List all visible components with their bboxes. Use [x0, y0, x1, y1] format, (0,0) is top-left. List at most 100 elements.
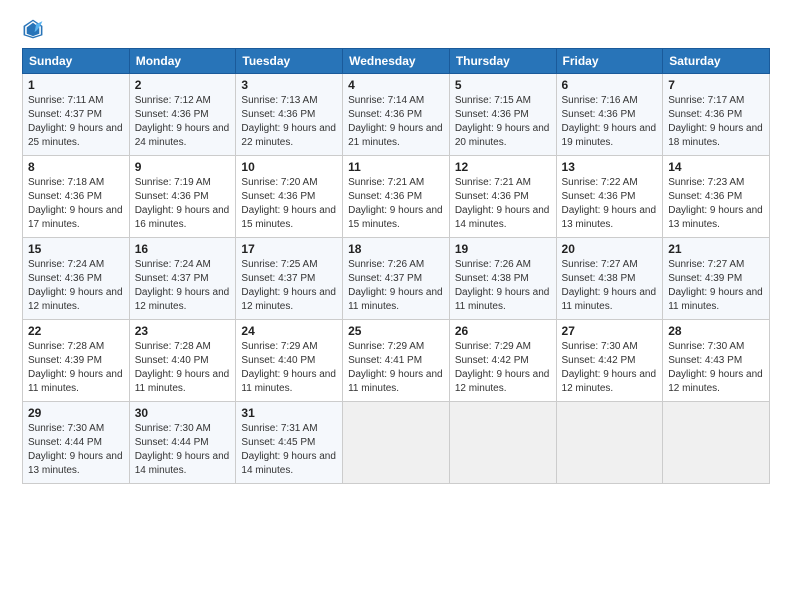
- day-info: Sunrise: 7:21 AMSunset: 4:36 PMDaylight:…: [455, 176, 551, 232]
- week-row-3: 15 Sunrise: 7:24 AMSunset: 4:36 PMDaylig…: [23, 238, 770, 320]
- day-number: 22: [28, 324, 124, 338]
- day-info: Sunrise: 7:30 AMSunset: 4:44 PMDaylight:…: [135, 422, 231, 478]
- day-number: 10: [241, 160, 337, 174]
- day-info: Sunrise: 7:24 AMSunset: 4:36 PMDaylight:…: [28, 258, 124, 314]
- logo-icon: [22, 18, 44, 40]
- day-cell: 25 Sunrise: 7:29 AMSunset: 4:41 PMDaylig…: [343, 320, 450, 402]
- day-cell: 3 Sunrise: 7:13 AMSunset: 4:36 PMDayligh…: [236, 74, 343, 156]
- week-row-2: 8 Sunrise: 7:18 AMSunset: 4:36 PMDayligh…: [23, 156, 770, 238]
- day-info: Sunrise: 7:30 AMSunset: 4:44 PMDaylight:…: [28, 422, 124, 478]
- header: [22, 18, 770, 40]
- day-cell: 10 Sunrise: 7:20 AMSunset: 4:36 PMDaylig…: [236, 156, 343, 238]
- week-row-5: 29 Sunrise: 7:30 AMSunset: 4:44 PMDaylig…: [23, 402, 770, 484]
- day-number: 16: [135, 242, 231, 256]
- day-cell: 5 Sunrise: 7:15 AMSunset: 4:36 PMDayligh…: [449, 74, 556, 156]
- day-cell: 6 Sunrise: 7:16 AMSunset: 4:36 PMDayligh…: [556, 74, 663, 156]
- day-cell: 18 Sunrise: 7:26 AMSunset: 4:37 PMDaylig…: [343, 238, 450, 320]
- day-info: Sunrise: 7:28 AMSunset: 4:40 PMDaylight:…: [135, 340, 231, 396]
- day-info: Sunrise: 7:29 AMSunset: 4:42 PMDaylight:…: [455, 340, 551, 396]
- weekday-header-tuesday: Tuesday: [236, 49, 343, 74]
- day-number: 12: [455, 160, 551, 174]
- day-number: 26: [455, 324, 551, 338]
- day-info: Sunrise: 7:19 AMSunset: 4:36 PMDaylight:…: [135, 176, 231, 232]
- day-info: Sunrise: 7:16 AMSunset: 4:36 PMDaylight:…: [562, 94, 658, 150]
- day-info: Sunrise: 7:22 AMSunset: 4:36 PMDaylight:…: [562, 176, 658, 232]
- day-cell: 26 Sunrise: 7:29 AMSunset: 4:42 PMDaylig…: [449, 320, 556, 402]
- weekday-header-thursday: Thursday: [449, 49, 556, 74]
- day-info: Sunrise: 7:11 AMSunset: 4:37 PMDaylight:…: [28, 94, 124, 150]
- day-number: 15: [28, 242, 124, 256]
- day-info: Sunrise: 7:27 AMSunset: 4:38 PMDaylight:…: [562, 258, 658, 314]
- day-cell: 2 Sunrise: 7:12 AMSunset: 4:36 PMDayligh…: [129, 74, 236, 156]
- weekday-header-wednesday: Wednesday: [343, 49, 450, 74]
- day-number: 5: [455, 78, 551, 92]
- day-cell: 4 Sunrise: 7:14 AMSunset: 4:36 PMDayligh…: [343, 74, 450, 156]
- day-info: Sunrise: 7:23 AMSunset: 4:36 PMDaylight:…: [668, 176, 764, 232]
- day-info: Sunrise: 7:27 AMSunset: 4:39 PMDaylight:…: [668, 258, 764, 314]
- day-cell: [556, 402, 663, 484]
- day-info: Sunrise: 7:29 AMSunset: 4:40 PMDaylight:…: [241, 340, 337, 396]
- day-number: 31: [241, 406, 337, 420]
- day-cell: 9 Sunrise: 7:19 AMSunset: 4:36 PMDayligh…: [129, 156, 236, 238]
- weekday-header-friday: Friday: [556, 49, 663, 74]
- day-info: Sunrise: 7:31 AMSunset: 4:45 PMDaylight:…: [241, 422, 337, 478]
- day-cell: [343, 402, 450, 484]
- day-info: Sunrise: 7:25 AMSunset: 4:37 PMDaylight:…: [241, 258, 337, 314]
- day-number: 18: [348, 242, 444, 256]
- day-info: Sunrise: 7:30 AMSunset: 4:43 PMDaylight:…: [668, 340, 764, 396]
- day-info: Sunrise: 7:14 AMSunset: 4:36 PMDaylight:…: [348, 94, 444, 150]
- day-number: 17: [241, 242, 337, 256]
- day-cell: 29 Sunrise: 7:30 AMSunset: 4:44 PMDaylig…: [23, 402, 130, 484]
- day-number: 1: [28, 78, 124, 92]
- day-cell: 20 Sunrise: 7:27 AMSunset: 4:38 PMDaylig…: [556, 238, 663, 320]
- day-cell: 17 Sunrise: 7:25 AMSunset: 4:37 PMDaylig…: [236, 238, 343, 320]
- day-info: Sunrise: 7:24 AMSunset: 4:37 PMDaylight:…: [135, 258, 231, 314]
- week-row-1: 1 Sunrise: 7:11 AMSunset: 4:37 PMDayligh…: [23, 74, 770, 156]
- day-cell: 11 Sunrise: 7:21 AMSunset: 4:36 PMDaylig…: [343, 156, 450, 238]
- day-cell: 16 Sunrise: 7:24 AMSunset: 4:37 PMDaylig…: [129, 238, 236, 320]
- day-cell: 22 Sunrise: 7:28 AMSunset: 4:39 PMDaylig…: [23, 320, 130, 402]
- day-info: Sunrise: 7:18 AMSunset: 4:36 PMDaylight:…: [28, 176, 124, 232]
- day-number: 21: [668, 242, 764, 256]
- day-number: 25: [348, 324, 444, 338]
- day-number: 11: [348, 160, 444, 174]
- day-number: 3: [241, 78, 337, 92]
- day-number: 23: [135, 324, 231, 338]
- day-cell: [449, 402, 556, 484]
- day-info: Sunrise: 7:17 AMSunset: 4:36 PMDaylight:…: [668, 94, 764, 150]
- day-cell: 27 Sunrise: 7:30 AMSunset: 4:42 PMDaylig…: [556, 320, 663, 402]
- day-cell: [663, 402, 770, 484]
- day-number: 4: [348, 78, 444, 92]
- weekday-header-monday: Monday: [129, 49, 236, 74]
- day-info: Sunrise: 7:12 AMSunset: 4:36 PMDaylight:…: [135, 94, 231, 150]
- day-number: 28: [668, 324, 764, 338]
- weekday-header-sunday: Sunday: [23, 49, 130, 74]
- day-number: 27: [562, 324, 658, 338]
- day-number: 29: [28, 406, 124, 420]
- day-cell: 21 Sunrise: 7:27 AMSunset: 4:39 PMDaylig…: [663, 238, 770, 320]
- day-cell: 1 Sunrise: 7:11 AMSunset: 4:37 PMDayligh…: [23, 74, 130, 156]
- day-number: 2: [135, 78, 231, 92]
- logo: [22, 18, 46, 40]
- day-cell: 24 Sunrise: 7:29 AMSunset: 4:40 PMDaylig…: [236, 320, 343, 402]
- day-cell: 15 Sunrise: 7:24 AMSunset: 4:36 PMDaylig…: [23, 238, 130, 320]
- day-info: Sunrise: 7:28 AMSunset: 4:39 PMDaylight:…: [28, 340, 124, 396]
- weekday-header-saturday: Saturday: [663, 49, 770, 74]
- day-number: 30: [135, 406, 231, 420]
- day-number: 7: [668, 78, 764, 92]
- day-info: Sunrise: 7:21 AMSunset: 4:36 PMDaylight:…: [348, 176, 444, 232]
- day-cell: 23 Sunrise: 7:28 AMSunset: 4:40 PMDaylig…: [129, 320, 236, 402]
- day-number: 24: [241, 324, 337, 338]
- day-info: Sunrise: 7:29 AMSunset: 4:41 PMDaylight:…: [348, 340, 444, 396]
- day-cell: 30 Sunrise: 7:30 AMSunset: 4:44 PMDaylig…: [129, 402, 236, 484]
- day-number: 8: [28, 160, 124, 174]
- day-number: 20: [562, 242, 658, 256]
- calendar-table: SundayMondayTuesdayWednesdayThursdayFrid…: [22, 48, 770, 484]
- day-number: 19: [455, 242, 551, 256]
- day-cell: 13 Sunrise: 7:22 AMSunset: 4:36 PMDaylig…: [556, 156, 663, 238]
- day-info: Sunrise: 7:15 AMSunset: 4:36 PMDaylight:…: [455, 94, 551, 150]
- day-number: 13: [562, 160, 658, 174]
- day-cell: 14 Sunrise: 7:23 AMSunset: 4:36 PMDaylig…: [663, 156, 770, 238]
- day-cell: 28 Sunrise: 7:30 AMSunset: 4:43 PMDaylig…: [663, 320, 770, 402]
- day-cell: 19 Sunrise: 7:26 AMSunset: 4:38 PMDaylig…: [449, 238, 556, 320]
